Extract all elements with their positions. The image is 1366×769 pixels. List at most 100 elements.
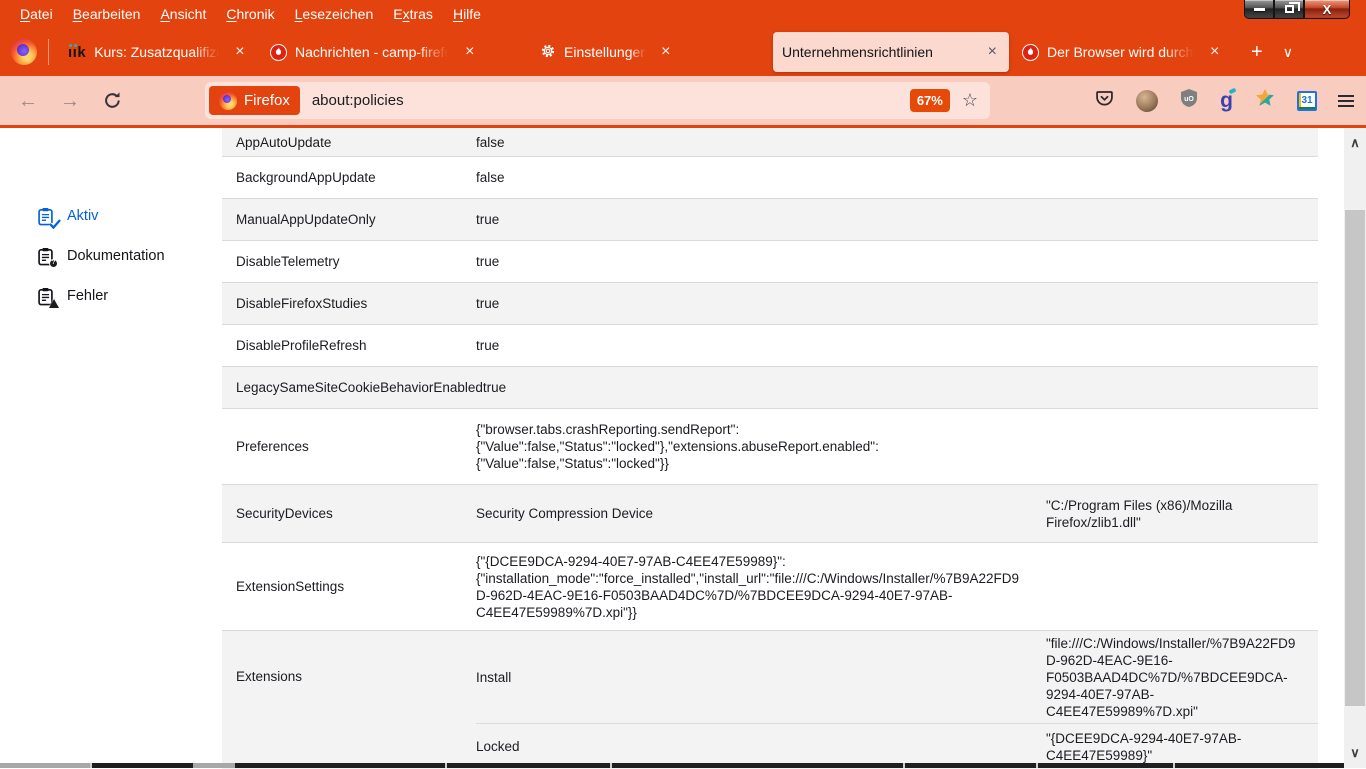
close-tab-icon[interactable]: × — [658, 44, 673, 60]
sidebar-item-fehler[interactable]: Fehler — [36, 276, 165, 316]
policy-subkey: Install — [476, 669, 1046, 686]
menu-extras[interactable]: Extras — [383, 0, 443, 28]
policy-value: true — [483, 379, 1053, 396]
pocket-icon[interactable] — [1094, 88, 1115, 114]
tab-label: Nachrichten - camp-firefo — [295, 44, 452, 60]
tab-einstellungen[interactable]: Einstellungen × — [531, 32, 769, 72]
tab-separator — [48, 39, 49, 65]
policy-name: Extensions — [222, 631, 476, 684]
zoom-level-badge[interactable]: 67% — [910, 89, 950, 112]
firefox-app-icon — [11, 39, 37, 65]
menu-ansicht[interactable]: Ansicht — [150, 0, 216, 28]
firefox-identity-button[interactable]: Firefox — [209, 86, 300, 115]
svg-text:uO: uO — [1184, 96, 1194, 103]
close-window-button[interactable]: X — [1304, 0, 1350, 19]
minimize-icon — [1254, 8, 1265, 11]
clipboard-question-icon: ? — [36, 247, 55, 266]
tab-label: Unternehmensrichtlinien — [782, 44, 933, 60]
new-tab-button[interactable]: + — [1251, 42, 1263, 62]
about-policies-page: Aktiv ? Dokumentation Fehler AppAutoUpda… — [0, 128, 1366, 768]
tab-unternehmensrichtlinien-active[interactable]: Unternehmensrichtlinien × — [773, 32, 1009, 72]
policy-value: true — [476, 337, 1046, 354]
sidebar-label: Fehler — [67, 288, 108, 304]
menu-chronik[interactable]: Chronik — [216, 0, 284, 28]
clipboard-check-icon — [36, 207, 55, 226]
window-controls: X — [1244, 0, 1350, 19]
policy-row-extensions: Extensions Install "file:///C:/Windows/I… — [222, 631, 1318, 769]
scroll-up-arrow[interactable]: ∧ — [1344, 132, 1366, 154]
menu-bar: Datei Bearbeiten Ansicht Chronik Lesezei… — [0, 0, 1366, 28]
close-tab-icon[interactable]: × — [232, 44, 247, 60]
url-bar[interactable]: Firefox about:policies 67% ☆ — [205, 82, 990, 119]
menu-hilfe[interactable]: Hilfe — [443, 0, 491, 28]
camp-firefox-flame-icon — [270, 44, 287, 61]
policy-extra: "C:/Program Files (x86)/Mozilla Firefox/… — [1046, 497, 1318, 531]
policy-row: SecurityDevices Security Compression Dev… — [222, 485, 1318, 543]
bookmark-star-icon[interactable]: ☆ — [962, 90, 978, 111]
sidebar-item-aktiv[interactable]: Aktiv — [36, 196, 165, 236]
policy-name: BackgroundAppUpdate — [222, 170, 476, 185]
policy-subvalue: "{DCEE9DCA-9294-40E7-97AB-C4EE47E59989}" — [1046, 730, 1318, 764]
g-extension-icon[interactable]: g — [1220, 90, 1233, 111]
active-policies-table: AppAutoUpdate false BackgroundAppUpdate … — [222, 128, 1318, 769]
policy-subvalue: "file:///C:/Windows/Installer/%7B9A22FD9… — [1046, 635, 1318, 720]
tab-kurs-zusatzqualifizierung[interactable]: ıık Kurs: Zusatzqualifizierung × — [59, 32, 257, 72]
menu-datei[interactable]: Datei — [10, 0, 63, 28]
policy-row: AppAutoUpdate false — [222, 128, 1318, 157]
firefox-logo-icon — [219, 92, 237, 110]
forward-button[interactable]: → — [60, 91, 80, 111]
reload-button[interactable] — [103, 91, 122, 110]
policy-name: ExtensionSettings — [222, 579, 476, 594]
policy-value: {"browser.tabs.crashReporting.sendReport… — [476, 421, 1046, 472]
restore-icon — [1285, 5, 1294, 13]
close-tab-icon[interactable]: × — [985, 44, 1000, 60]
back-button[interactable]: ← — [18, 91, 38, 111]
taskbar-edge-strip — [0, 763, 1344, 768]
policy-value: true — [476, 253, 1046, 270]
policy-value: false — [476, 134, 1046, 151]
tab-nachrichten-camp-firefox[interactable]: Nachrichten - camp-firefo × — [261, 32, 527, 72]
url-text[interactable]: about:policies — [312, 92, 910, 109]
list-all-tabs-chevron[interactable]: ∨ — [1283, 45, 1293, 59]
policy-row: DisableTelemetry true — [222, 241, 1318, 283]
iik-logo-icon: ıık — [68, 45, 86, 60]
policy-name: LegacySameSiteCookieBehaviorEnabled — [222, 380, 483, 395]
policy-name: SecurityDevices — [222, 506, 476, 521]
scrollbar-thumb[interactable] — [1345, 210, 1365, 706]
policy-name: DisableTelemetry — [222, 254, 476, 269]
vertical-scrollbar[interactable]: ∧ ∨ — [1344, 128, 1366, 768]
policy-value: {"{DCEE9DCA-9294-40E7-97AB-C4EE47E59989}… — [476, 553, 1046, 621]
tab-bar: ıık Kurs: Zusatzqualifizierung × Nachric… — [0, 28, 1366, 76]
hamburger-menu-icon[interactable] — [1338, 95, 1354, 107]
account-avatar[interactable] — [1136, 90, 1158, 112]
policy-name: DisableFirefoxStudies — [222, 296, 476, 311]
policy-value: true — [476, 295, 1046, 312]
tab-label: Kurs: Zusatzqualifizierung — [94, 44, 222, 60]
extensions-install-subrow: Install "file:///C:/Windows/Installer/%7… — [476, 631, 1318, 723]
firefox-chip-label: Firefox — [244, 92, 290, 109]
policy-name: DisableProfileRefresh — [222, 338, 476, 353]
menu-lesezeichen[interactable]: Lesezeichen — [285, 0, 384, 28]
policy-row: ExtensionSettings {"{DCEE9DCA-9294-40E7-… — [222, 543, 1318, 631]
policy-name: ManualAppUpdateOnly — [222, 212, 476, 227]
close-tab-icon[interactable]: × — [462, 44, 477, 60]
scroll-down-arrow[interactable]: ∨ — [1344, 742, 1366, 764]
policy-row: ManualAppUpdateOnly true — [222, 199, 1318, 241]
menu-bearbeiten[interactable]: Bearbeiten — [63, 0, 151, 28]
close-tab-icon[interactable]: × — [1207, 44, 1222, 60]
google-calendar-icon[interactable]: 31 — [1297, 91, 1317, 111]
sidebar-label: Dokumentation — [67, 248, 165, 264]
sidebar-item-dokumentation[interactable]: ? Dokumentation — [36, 236, 165, 276]
policy-name: AppAutoUpdate — [222, 135, 476, 150]
policy-value: Security Compression Device — [476, 505, 1046, 522]
sidebar-label: Aktiv — [67, 208, 98, 224]
gear-icon — [540, 43, 556, 62]
policies-sidebar: Aktiv ? Dokumentation Fehler — [36, 196, 165, 316]
restore-button[interactable] — [1274, 0, 1304, 19]
ublock-origin-icon[interactable]: uO — [1179, 88, 1199, 113]
policy-subkey: Locked — [476, 738, 1046, 755]
tab-der-browser-wird-verwaltet[interactable]: Der Browser wird durch Ih × — [1013, 32, 1239, 72]
minimize-button[interactable] — [1244, 0, 1274, 19]
star-extension-icon[interactable] — [1254, 87, 1276, 114]
policy-value: true — [476, 211, 1046, 228]
